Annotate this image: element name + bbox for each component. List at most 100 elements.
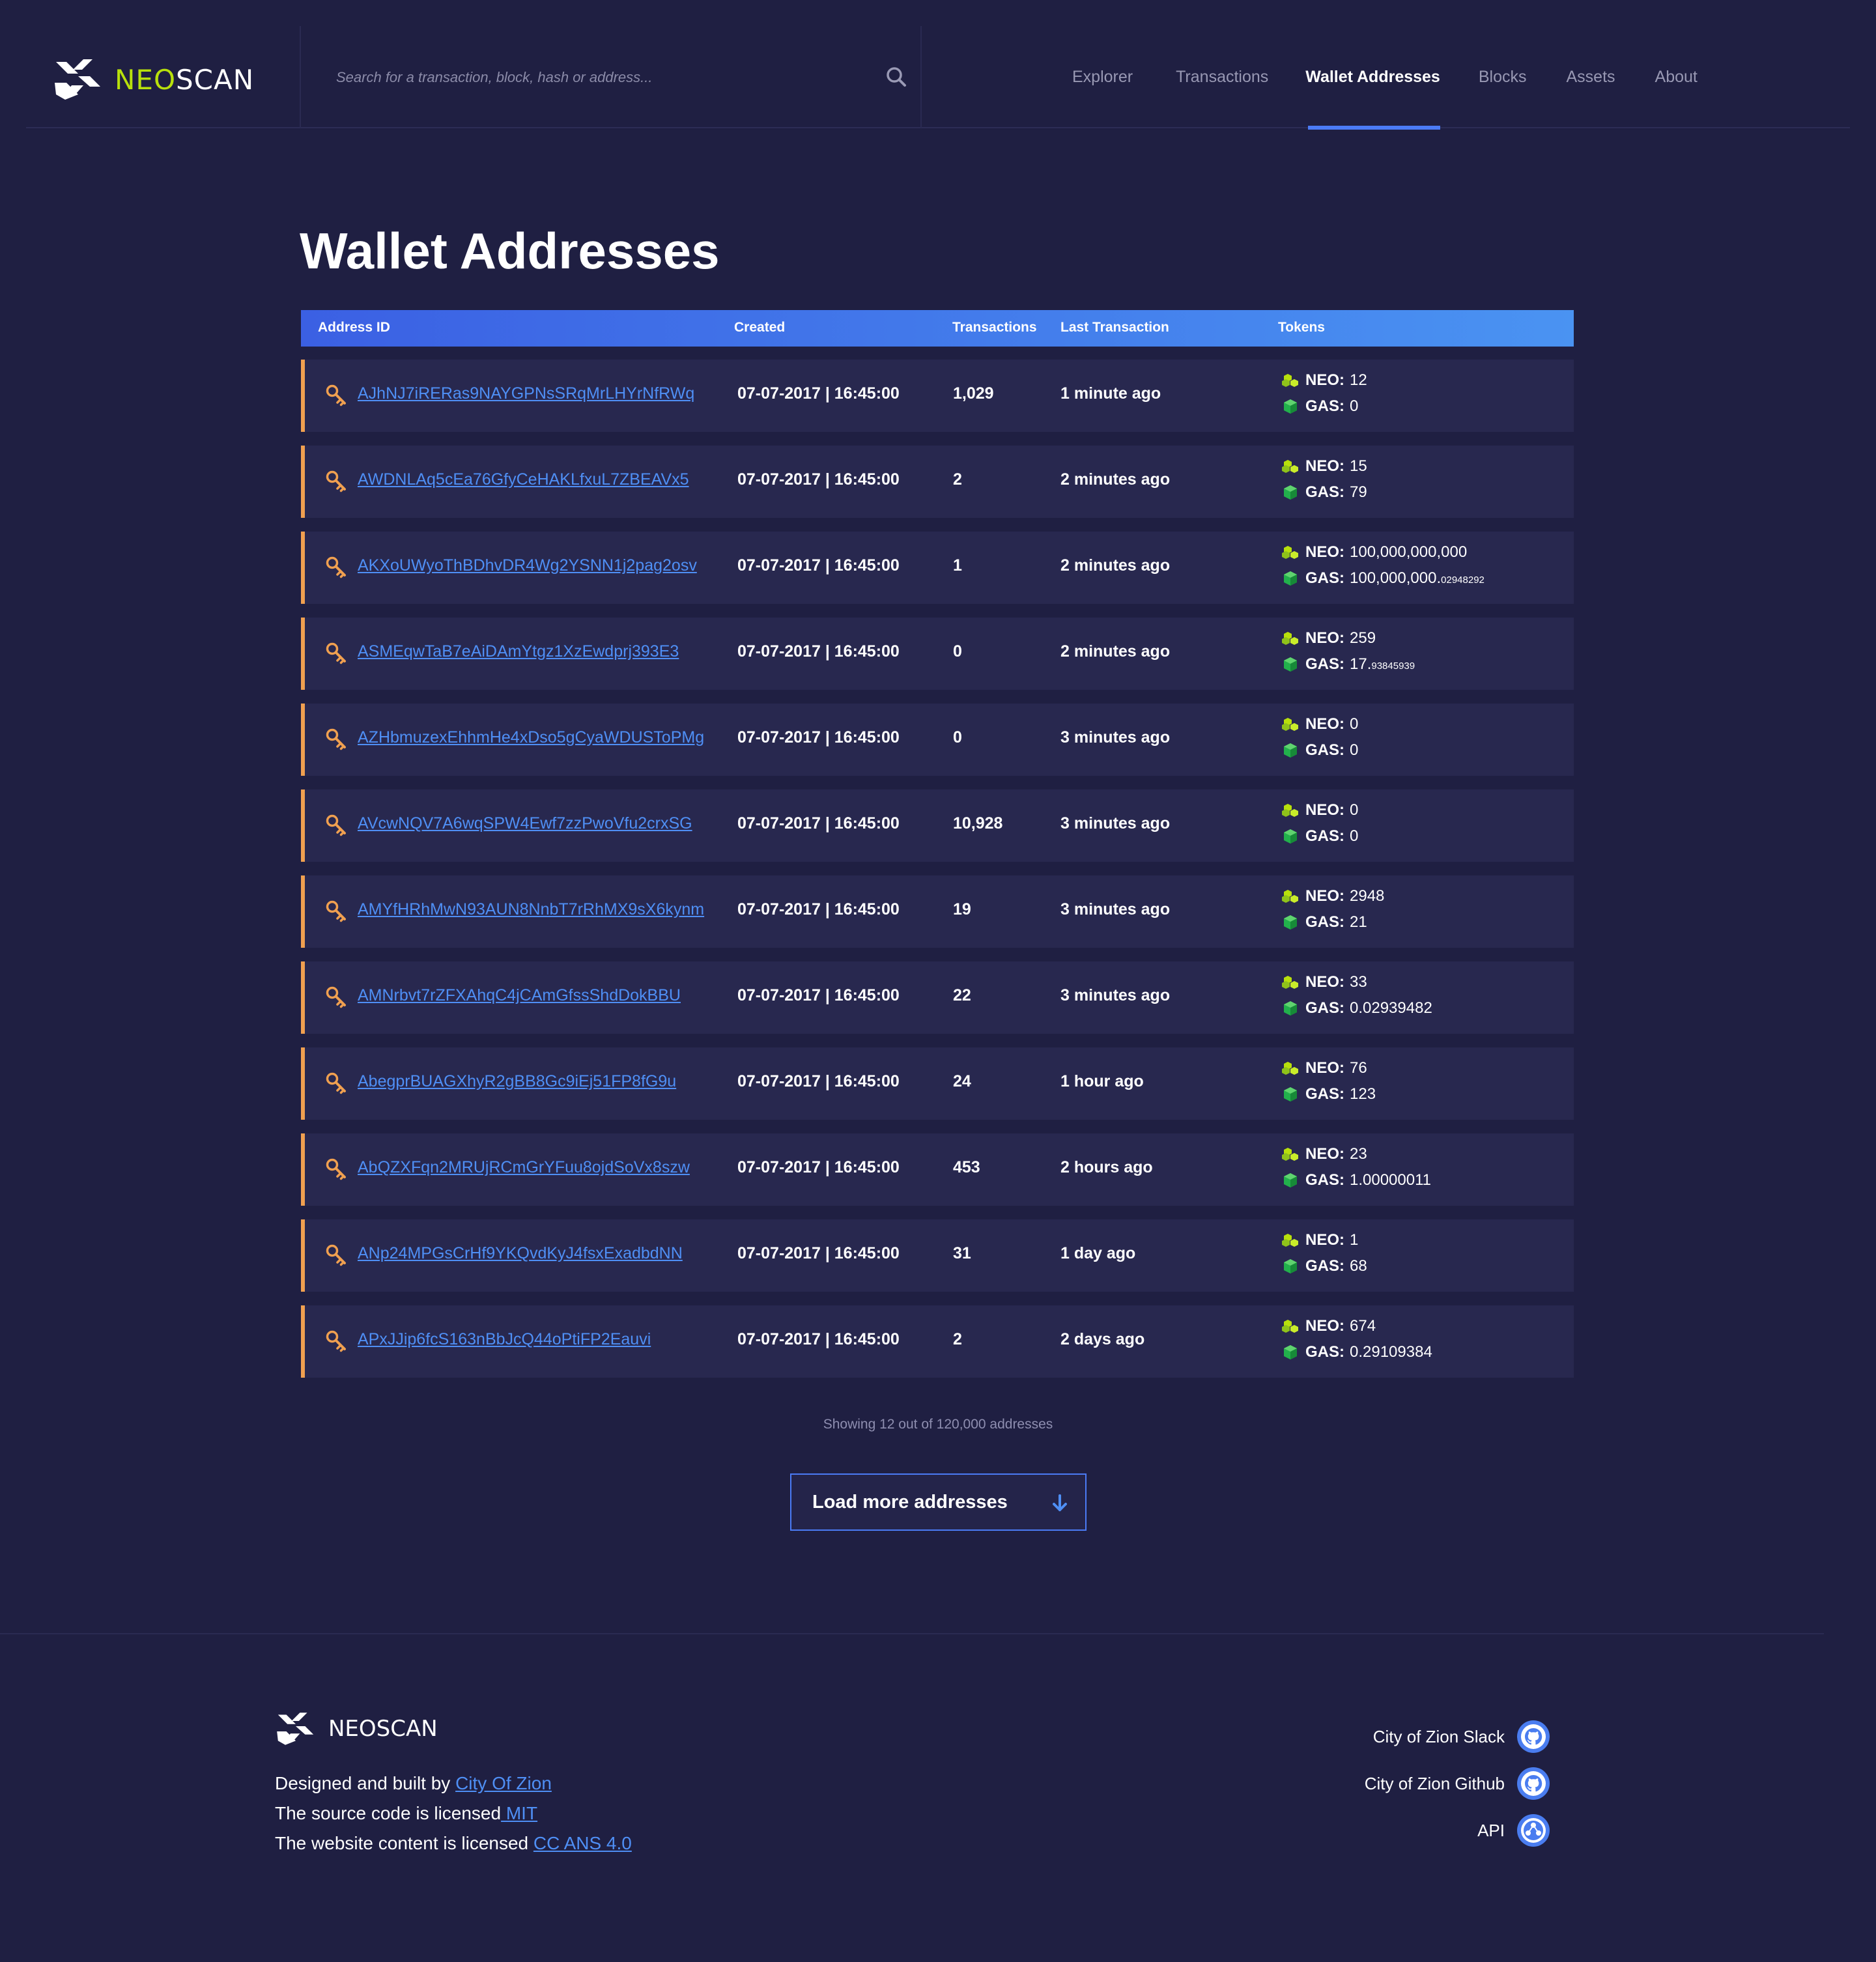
transaction-count: 31 xyxy=(953,1244,971,1262)
last-transaction: 3 minutes ago xyxy=(1060,986,1171,1004)
gas-token-icon xyxy=(1284,1259,1297,1273)
neo-token-icon xyxy=(1282,890,1298,903)
gas-label: GAS: xyxy=(1305,397,1344,415)
transaction-count: 0 xyxy=(953,642,962,661)
transaction-count: 10,928 xyxy=(953,814,1003,832)
table-row: AVcwNQV7A6wqSPW4Ewf7zzPwoVfu2crxSG 07-07… xyxy=(301,789,1574,862)
last-transaction: 2 minutes ago xyxy=(1060,470,1171,489)
neo-balance: NEO: 12 xyxy=(1282,371,1367,390)
cc-license-link[interactable]: CC ANS 4.0 xyxy=(533,1833,632,1853)
address-link[interactable]: AMNrbvt7rZFXAhqC4jCAmGfssShdDokBBU xyxy=(358,986,681,1005)
address-link[interactable]: AJhNJ7iRERas9NAYGPNsSRqMrLHYrNfRWq xyxy=(358,384,694,403)
footer-source-text: The source code is licensed xyxy=(275,1803,502,1823)
address-link[interactable]: ANp24MPGsCrHf9YKQvdKyJ4fsxExadbdNN xyxy=(358,1244,683,1263)
gas-token-icon xyxy=(1284,743,1297,758)
gas-value: 79 xyxy=(1350,483,1367,501)
load-more-button[interactable]: Load more addresses xyxy=(790,1473,1087,1531)
last-transaction: 1 minute ago xyxy=(1060,384,1161,403)
address-link[interactable]: AWDNLAq5cEa76GfyCeHAKLfxuL7ZBEAVx5 xyxy=(358,470,689,489)
address-link[interactable]: AKXoUWyoThBDhvDR4Wg2YSNN1j2pag2osv xyxy=(358,556,697,575)
key-icon xyxy=(326,556,346,578)
last-transaction: 2 days ago xyxy=(1060,1330,1145,1348)
nav-blocks[interactable]: Blocks xyxy=(1479,26,1527,128)
gas-decimals: 02948292 xyxy=(1441,575,1485,586)
footer-link-slack[interactable]: City of Zion Slack xyxy=(1365,1720,1550,1754)
neo-token-icon xyxy=(1282,1320,1298,1333)
table-row: ANp24MPGsCrHf9YKQvdKyJ4fsxExadbdNN 07-07… xyxy=(301,1219,1574,1292)
created-date: 07-07-2017 | 16:45:00 xyxy=(737,814,900,832)
address-link[interactable]: AbegprBUAGXhyR2gBB8Gc9iEj51FP8fG9u xyxy=(358,1072,676,1091)
table-row: AbQZXFqn2MRUjRCmGrYFuu8ojdSoVx8szw 07-07… xyxy=(301,1133,1574,1206)
created-date: 07-07-2017 | 16:45:00 xyxy=(737,642,900,661)
gas-value: 21 xyxy=(1350,913,1367,931)
table-row: AKXoUWyoThBDhvDR4Wg2YSNN1j2pag2osv 07-07… xyxy=(301,532,1574,604)
gas-balance: GAS: 17.93845939 xyxy=(1282,655,1415,674)
gas-balance: GAS: 123 xyxy=(1282,1085,1376,1103)
nav-wallet-addresses[interactable]: Wallet Addresses xyxy=(1305,26,1440,130)
footer-link-label: City of Zion Slack xyxy=(1372,1726,1505,1746)
address-link[interactable]: AbQZXFqn2MRUjRCmGrYFuu8ojdSoVx8szw xyxy=(358,1158,690,1177)
nav-about[interactable]: About xyxy=(1655,26,1698,128)
key-icon xyxy=(326,1244,346,1266)
gas-label: GAS: xyxy=(1305,1257,1344,1275)
gas-value: 0.29109384 xyxy=(1350,1343,1432,1361)
neoscan-logo[interactable]: NEOSCAN xyxy=(52,53,254,106)
neo-value: 259 xyxy=(1350,629,1376,647)
gas-value: 123 xyxy=(1350,1085,1376,1103)
arrow-down-icon xyxy=(1053,1494,1067,1511)
gas-value: 0 xyxy=(1350,741,1359,759)
nav-explorer[interactable]: Explorer xyxy=(1072,26,1133,128)
neo-label: NEO: xyxy=(1305,715,1344,733)
footer-link-api[interactable]: API xyxy=(1365,1813,1550,1847)
neo-token-icon xyxy=(1282,1234,1298,1247)
gas-value: 17.93845939 xyxy=(1350,655,1415,673)
gas-balance: GAS: 21 xyxy=(1282,913,1367,931)
column-header-transactions: Transactions xyxy=(952,320,1037,335)
table-row: AWDNLAq5cEa76GfyCeHAKLfxuL7ZBEAVx5 07-07… xyxy=(301,446,1574,518)
neo-label: NEO: xyxy=(1305,457,1344,475)
city-of-zion-link[interactable]: City Of Zion xyxy=(455,1773,552,1793)
last-transaction: 3 minutes ago xyxy=(1060,728,1171,746)
nav-transactions[interactable]: Transactions xyxy=(1176,26,1268,128)
gas-token-icon xyxy=(1284,571,1297,586)
neo-value: 1 xyxy=(1350,1231,1359,1249)
gas-label: GAS: xyxy=(1305,655,1344,673)
neo-balance: NEO: 0 xyxy=(1282,801,1358,819)
last-transaction: 3 minutes ago xyxy=(1060,900,1171,918)
nav-assets[interactable]: Assets xyxy=(1566,26,1615,128)
page-title: Wallet Addresses xyxy=(300,222,720,279)
table-row: AMNrbvt7rZFXAhqC4jCAmGfssShdDokBBU 07-07… xyxy=(301,961,1574,1034)
neo-value: 100,000,000,000 xyxy=(1350,543,1468,561)
api-icon xyxy=(1517,1814,1550,1847)
search-icon[interactable] xyxy=(883,64,909,90)
gas-token-icon xyxy=(1284,1001,1297,1016)
address-link[interactable]: ASMEqwTaB7eAiDAmYtgz1XzEwdprj393E3 xyxy=(358,642,679,661)
table-row: AMYfHRhMwN93AUN8NnbT7rRhMX9sX6kynm 07-07… xyxy=(301,875,1574,948)
footer-link-github[interactable]: City of Zion Github xyxy=(1365,1767,1550,1800)
neo-balance: NEO: 100,000,000,000 xyxy=(1282,543,1467,562)
load-more-label: Load more addresses xyxy=(812,1491,1008,1513)
neo-label: NEO: xyxy=(1305,1317,1344,1335)
search-input[interactable] xyxy=(336,68,870,86)
github-icon xyxy=(1517,1767,1550,1800)
created-date: 07-07-2017 | 16:45:00 xyxy=(737,556,900,575)
key-icon xyxy=(326,470,346,492)
created-date: 07-07-2017 | 16:45:00 xyxy=(737,1158,900,1176)
transaction-count: 1 xyxy=(953,556,962,575)
transaction-count: 453 xyxy=(953,1158,980,1176)
address-link[interactable]: APxJJip6fcS163nBbJcQ44oPtiFP2Eauvi xyxy=(358,1330,651,1349)
footer-logo-text: NEOSCAN xyxy=(328,1716,438,1742)
created-date: 07-07-2017 | 16:45:00 xyxy=(737,1072,900,1090)
created-date: 07-07-2017 | 16:45:00 xyxy=(737,900,900,918)
table-header: Address ID Created Transactions Last Tra… xyxy=(301,310,1574,347)
mit-license-link[interactable]: MIT xyxy=(501,1803,537,1823)
transaction-count: 24 xyxy=(953,1072,971,1090)
address-link[interactable]: AVcwNQV7A6wqSPW4Ewf7zzPwoVfu2crxSG xyxy=(358,814,692,833)
footer-link-label: API xyxy=(1477,1820,1505,1840)
neo-label: NEO: xyxy=(1305,629,1344,647)
github-icon xyxy=(1517,1720,1550,1753)
address-link[interactable]: AZHbmuzexEhhmHe4xDso5gCyaWDUSToPMg xyxy=(358,728,704,747)
address-link[interactable]: AMYfHRhMwN93AUN8NnbT7rRhMX9sX6kynm xyxy=(358,900,704,919)
top-navbar: NEOSCAN Explorer Transactions Wallet Add… xyxy=(26,26,1850,130)
neo-balance: NEO: 259 xyxy=(1282,629,1376,647)
